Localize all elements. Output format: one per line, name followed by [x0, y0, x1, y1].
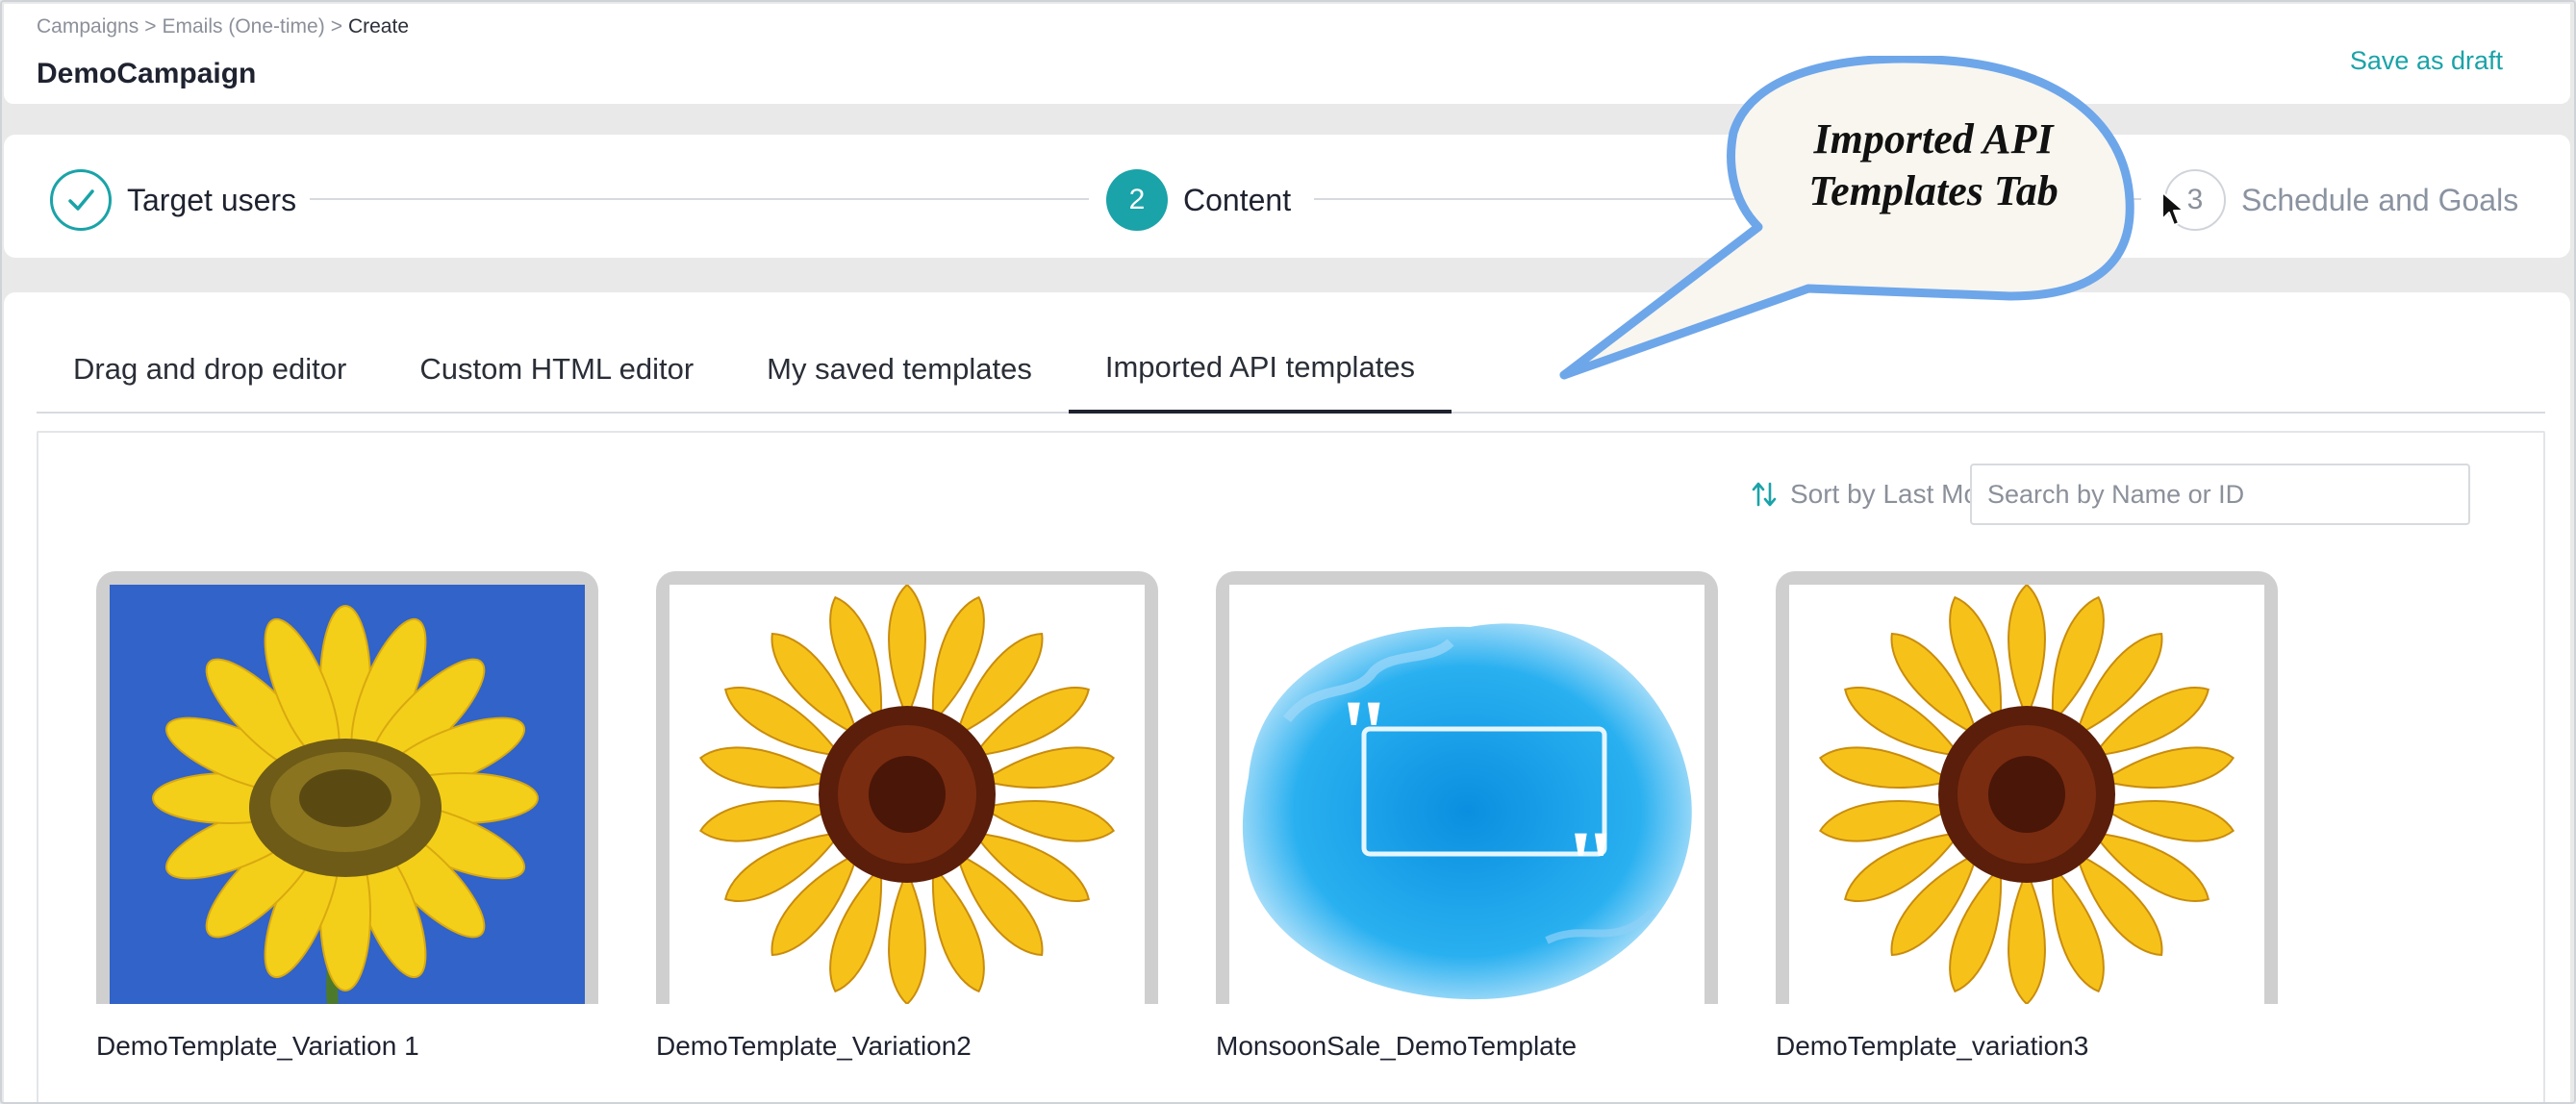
page-header: Campaigns > Emails (One-time) > Create DemoC… [4, 4, 2570, 104]
step-label: Target users [127, 182, 297, 217]
templates-grid-panel: Sort by Last Modified Search by Name or … [37, 431, 2545, 1104]
template-name: DemoTemplate_variation3 [1776, 1031, 2089, 1061]
content-panel: Drag and drop editor Custom HTML editor … [4, 292, 2570, 1104]
template-thumbnail-frame [1776, 571, 2278, 1004]
tab-drag-and-drop[interactable]: Drag and drop editor [37, 325, 383, 414]
svg-text:": " [1564, 811, 1618, 917]
callout-line: Imported API [1813, 115, 2054, 163]
sunflower-illustration-image [669, 585, 1145, 1004]
template-thumbnail-frame [656, 571, 1158, 1004]
checkmark-icon [50, 169, 112, 231]
editor-tabs: Drag and drop editor Custom HTML editor … [37, 325, 2545, 414]
search-input[interactable] [1970, 464, 2470, 525]
sort-icon [1752, 482, 1777, 507]
step-label: Schedule and Goals [2241, 182, 2519, 217]
template-name: DemoTemplate_Variation2 [656, 1031, 972, 1061]
svg-text:": " [1337, 680, 1391, 787]
template-name: DemoTemplate_Variation 1 [96, 1031, 419, 1061]
template-name: MonsoonSale_DemoTemplate [1216, 1031, 1578, 1061]
tab-imported-api-templates[interactable]: Imported API templates [1068, 325, 1452, 414]
save-as-draft-button[interactable]: Save as draft [2350, 46, 2503, 76]
step-label: Content [1183, 182, 1292, 217]
step-content[interactable]: 2 Content [1106, 169, 1291, 231]
breadcrumb: Campaigns > Emails (One-time) > Create [37, 15, 409, 38]
breadcrumb-separator: > [330, 15, 342, 38]
step-target-users[interactable]: Target users [50, 169, 296, 231]
breadcrumb-separator: > [144, 15, 157, 38]
blue-quote-splash-image: " " [1229, 585, 1705, 1004]
tab-custom-html[interactable]: Custom HTML editor [383, 325, 730, 414]
step-schedule-goals[interactable]: 3 Schedule and Goals [2164, 169, 2518, 231]
breadcrumb-create: Create [347, 15, 409, 38]
template-card[interactable]: DemoTemplate_Variation 1 [96, 571, 598, 1062]
callout-text: Imported API Templates Tab [1712, 113, 2155, 217]
template-thumbnail-frame: " " [1216, 571, 1718, 1004]
callout-bubble [1559, 56, 2134, 380]
sunflower-photo-image [110, 585, 585, 1004]
mouse-cursor-icon [2161, 191, 2185, 226]
template-card[interactable]: DemoTemplate_variation3 [1776, 571, 2278, 1062]
sunflower-illustration-image [1789, 585, 2264, 1004]
template-thumbnail-frame [96, 571, 598, 1004]
breadcrumb-campaigns[interactable]: Campaigns [37, 15, 139, 38]
template-card[interactable]: " " MonsoonSale_DemoTemplate [1216, 571, 1718, 1062]
step-connector [310, 198, 1089, 200]
template-card[interactable]: DemoTemplate_Variation2 [656, 571, 1158, 1062]
breadcrumb-emails[interactable]: Emails (One-time) [163, 15, 325, 38]
page-title: DemoCampaign [37, 58, 257, 89]
step-number: 2 [1106, 169, 1168, 231]
tab-my-saved-templates[interactable]: My saved templates [730, 325, 1069, 414]
callout-line: Templates Tab [1808, 167, 2058, 214]
